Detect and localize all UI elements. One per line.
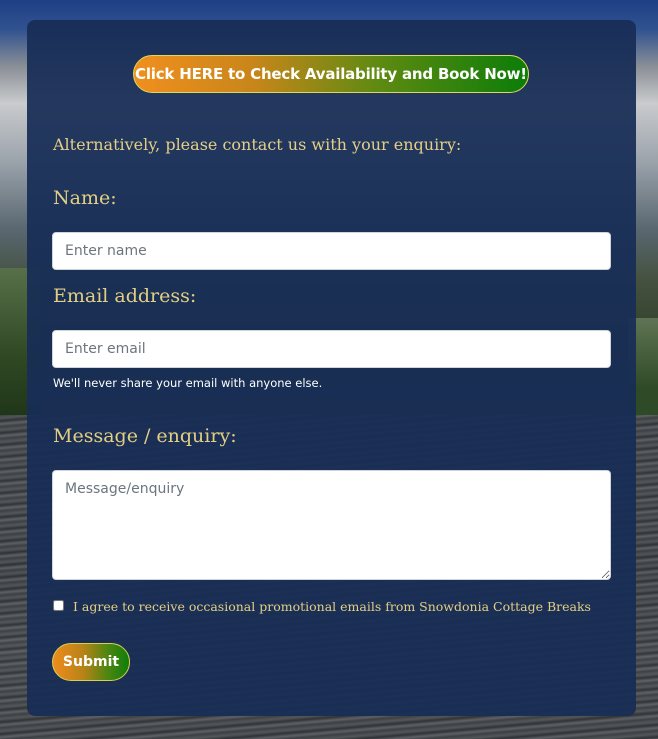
agree-checkbox[interactable] [53,600,64,611]
agree-label[interactable]: I agree to receive occasional promotiona… [73,599,591,614]
message-textarea[interactable] [52,470,611,580]
email-label: Email address: [53,285,197,307]
book-now-button[interactable]: Click HERE to Check Availability and Boo… [133,55,529,93]
email-help-text: We'll never share your email with anyone… [53,376,323,390]
message-label: Message / enquiry: [53,425,237,447]
name-input[interactable] [52,232,611,270]
email-input[interactable] [52,330,611,368]
submit-button[interactable]: Submit [52,643,130,681]
name-label: Name: [53,187,117,209]
enquiry-card: Click HERE to Check Availability and Boo… [27,20,636,716]
enquiry-intro-text: Alternatively, please contact us with yo… [53,135,462,154]
